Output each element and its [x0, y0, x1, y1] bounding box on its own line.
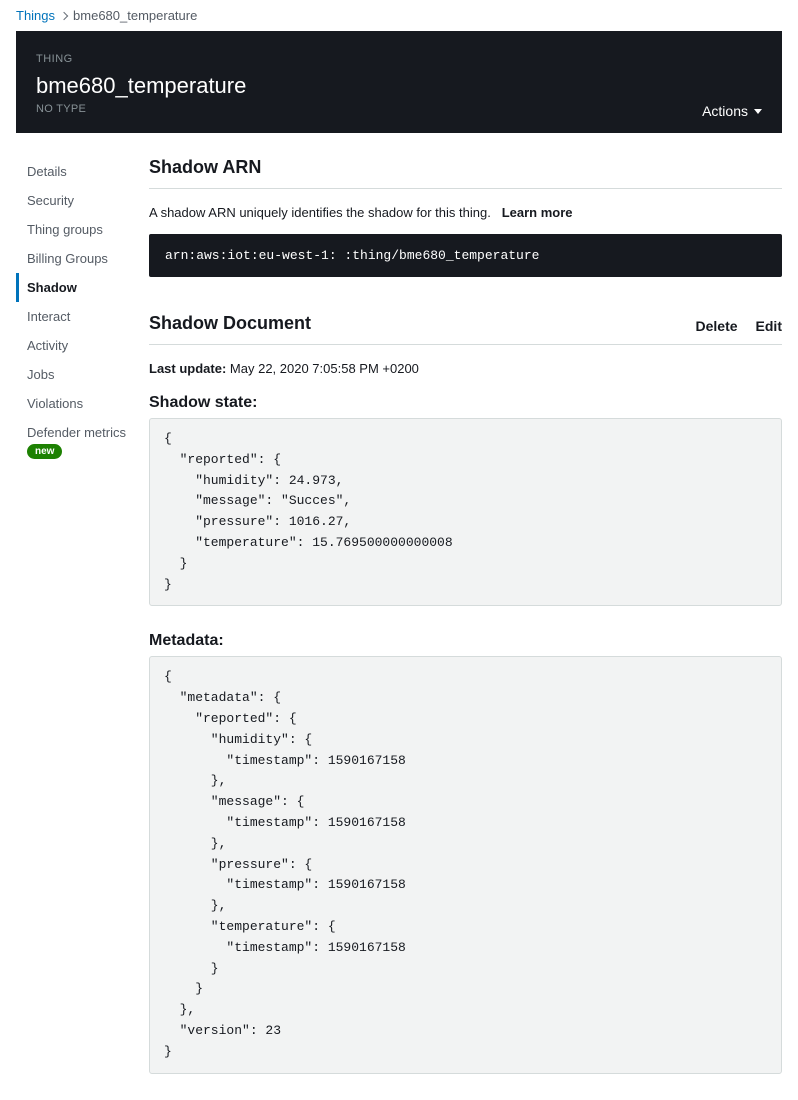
- shadow-state-title: Shadow state:: [149, 394, 782, 412]
- new-badge: new: [27, 444, 62, 459]
- shadow-arn-title: Shadow ARN: [149, 157, 782, 189]
- sidebar-item-activity[interactable]: Activity: [16, 331, 131, 360]
- sidebar-item-security[interactable]: Security: [16, 186, 131, 215]
- edit-button[interactable]: Edit: [756, 318, 782, 334]
- shadow-doc-header: Shadow Document Delete Edit: [149, 313, 782, 345]
- sidebar-item-shadow[interactable]: Shadow: [16, 273, 131, 302]
- breadcrumb: Things bme680_temperature: [0, 0, 798, 31]
- sidebar-item-details[interactable]: Details: [16, 157, 131, 186]
- chevron-right-icon: [61, 10, 67, 22]
- thing-header: THING bme680_temperature NO TYPE Actions: [16, 31, 782, 133]
- sidebar: Details Security Thing groups Billing Gr…: [16, 157, 131, 1100]
- shadow-state-code: { "reported": { "humidity": 24.973, "mes…: [149, 418, 782, 606]
- breadcrumb-root-link[interactable]: Things: [16, 8, 55, 23]
- shadow-arn-desc: A shadow ARN uniquely identifies the sha…: [149, 205, 782, 220]
- delete-button[interactable]: Delete: [696, 318, 738, 334]
- learn-more-link[interactable]: Learn more: [502, 205, 573, 220]
- breadcrumb-current: bme680_temperature: [73, 8, 197, 23]
- main-content: Shadow ARN A shadow ARN uniquely identif…: [149, 157, 782, 1100]
- arn-value: arn:aws:iot:eu-west-1: :thing/bme680_tem…: [149, 234, 782, 277]
- sidebar-item-thing-groups[interactable]: Thing groups: [16, 215, 131, 244]
- metadata-code: { "metadata": { "reported": { "humidity"…: [149, 656, 782, 1073]
- thing-title: bme680_temperature: [36, 73, 762, 99]
- thing-type: NO TYPE: [36, 103, 762, 115]
- sidebar-item-billing-groups[interactable]: Billing Groups: [16, 244, 131, 273]
- sidebar-item-violations[interactable]: Violations: [16, 389, 131, 418]
- last-update: Last update: May 22, 2020 7:05:58 PM +02…: [149, 361, 782, 376]
- thing-label: THING: [36, 53, 762, 65]
- shadow-doc-title: Shadow Document: [149, 313, 311, 334]
- caret-down-icon: [754, 109, 762, 114]
- sidebar-item-interact[interactable]: Interact: [16, 302, 131, 331]
- sidebar-item-jobs[interactable]: Jobs: [16, 360, 131, 389]
- sidebar-item-defender-metrics[interactable]: Defender metrics new: [16, 418, 131, 466]
- actions-label: Actions: [702, 103, 748, 119]
- actions-dropdown[interactable]: Actions: [702, 103, 762, 119]
- metadata-title: Metadata:: [149, 632, 782, 650]
